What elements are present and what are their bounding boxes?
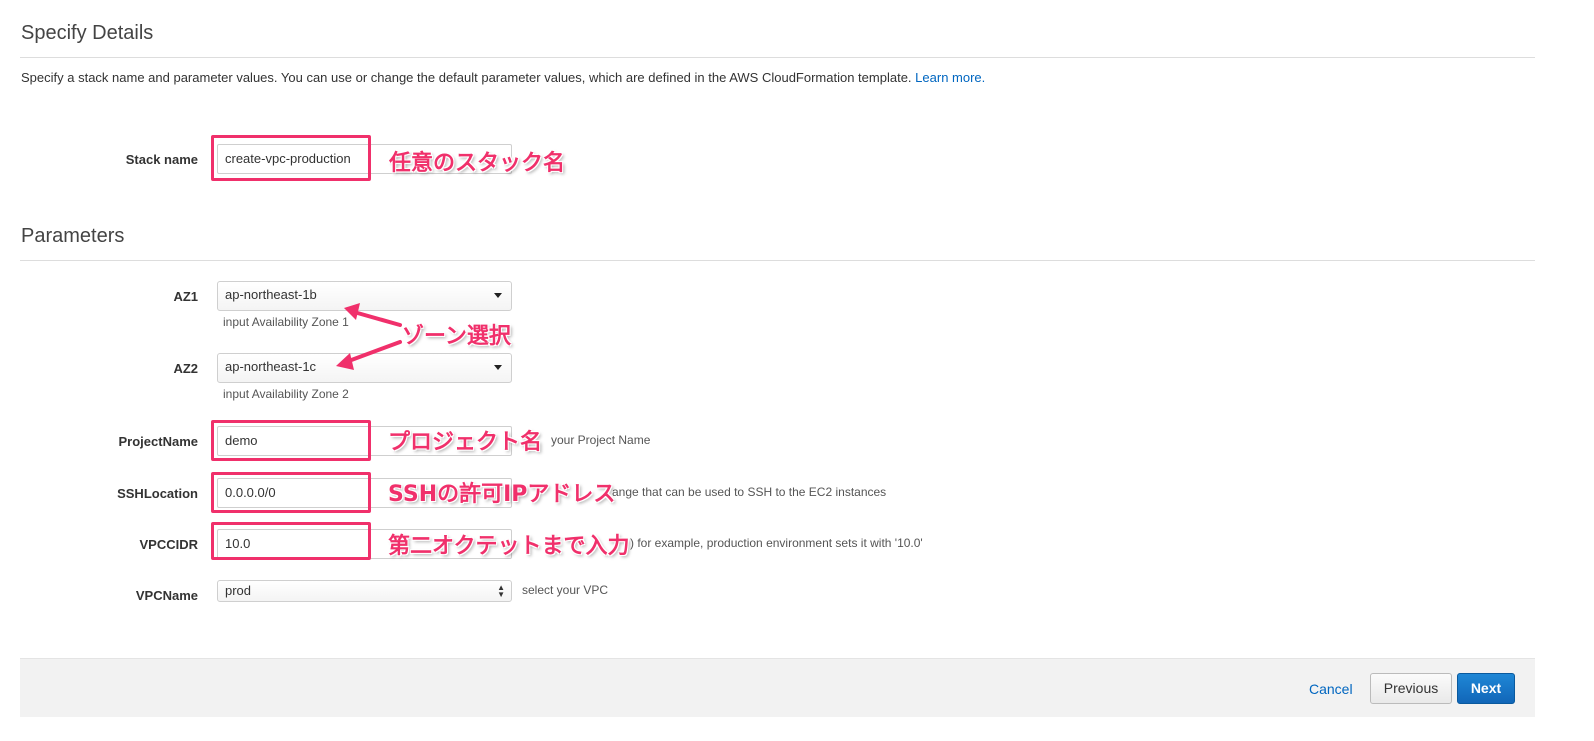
arrow-to-az2: [344, 340, 402, 364]
stack-name-label: Stack name: [125, 152, 198, 167]
ssh-location-highlight: [211, 472, 371, 513]
annotation-az-select: ゾーン選択: [402, 324, 511, 349]
wizard-footer: [20, 658, 1535, 717]
arrow-to-az1: [352, 310, 402, 327]
ssh-location-label: SSHLocation: [117, 486, 198, 501]
vpc-name-selected-value: prod: [225, 583, 252, 598]
previous-button[interactable]: Previous: [1370, 673, 1452, 704]
annotation-ssh-location: SSHの許可IPアドレス: [388, 482, 616, 507]
section-divider: [20, 260, 1535, 261]
annotation-stack-name: 任意のスタック名: [389, 151, 566, 176]
chevron-down-icon: [494, 365, 502, 370]
project-name-highlight: [211, 420, 371, 461]
project-name-label: ProjectName: [118, 434, 198, 449]
next-button[interactable]: Next: [1457, 673, 1515, 704]
arrowhead-icon: [344, 303, 360, 320]
section-title-parameters: Parameters: [21, 225, 125, 247]
vpc-name-select[interactable]: prod ▲ ▼: [217, 580, 512, 602]
ssh-location-hint: ange that can be used to SSH to the EC2 …: [612, 485, 887, 499]
stack-name-highlight: [211, 135, 371, 181]
vpc-cidr-hint: ) for example, production environment se…: [630, 536, 923, 550]
vpc-name-label: VPCName: [135, 588, 198, 603]
annotation-project-name: プロジェクト名: [388, 430, 543, 455]
learn-more-link[interactable]: Learn more.: [915, 70, 985, 85]
section-description: Specify a stack name and parameter value…: [21, 70, 985, 85]
annotation-arrows: [336, 303, 402, 370]
vpc-cidr-label: VPCCIDR: [139, 537, 198, 552]
updown-icon: ▲ ▼: [497, 583, 505, 599]
az2-selected-value: ap-northeast-1c: [225, 359, 317, 374]
chevron-down-icon: [494, 293, 502, 298]
section-title-specify-details: Specify Details: [21, 22, 154, 44]
vpc-cidr-highlight: [211, 522, 371, 560]
cancel-button[interactable]: Cancel: [1309, 681, 1353, 697]
section-divider: [20, 57, 1535, 58]
az2-hint: input Availability Zone 2: [223, 387, 349, 401]
description-text: Specify a stack name and parameter value…: [21, 70, 912, 85]
az1-selected-value: ap-northeast-1b: [225, 287, 317, 302]
az1-label: AZ1: [173, 289, 198, 304]
project-name-hint: your Project Name: [551, 433, 651, 447]
az2-label: AZ2: [173, 361, 198, 376]
annotation-vpc-cidr: 第二オクテットまで入力: [388, 534, 630, 559]
vpc-name-hint: select your VPC: [522, 583, 609, 597]
arrowhead-icon: [336, 353, 354, 370]
